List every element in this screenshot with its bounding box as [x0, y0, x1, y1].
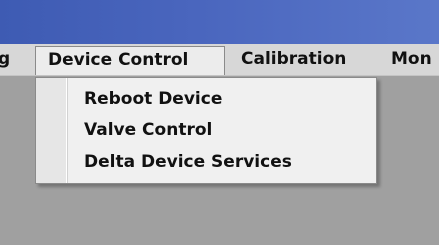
window-title-bar	[0, 0, 439, 44]
menu-bar: g Device Control Calibration Mon	[0, 44, 439, 76]
menu-item-monitor[interactable]: Mon	[391, 44, 432, 76]
menu-option-delta-device-services[interactable]: Delta Device Services	[84, 151, 292, 173]
menu-option-valve-control[interactable]: Valve Control	[84, 119, 212, 141]
menu-option-reboot-device[interactable]: Reboot Device	[84, 88, 222, 110]
menu-item-partial-left[interactable]: g	[0, 44, 10, 76]
menu-icon-gutter	[36, 78, 67, 183]
menu-item-calibration[interactable]: Calibration	[241, 44, 346, 76]
device-control-dropdown-menu: Reboot Device Valve Control Delta Device…	[35, 77, 377, 184]
menu-item-device-control[interactable]: Device Control	[35, 46, 225, 75]
